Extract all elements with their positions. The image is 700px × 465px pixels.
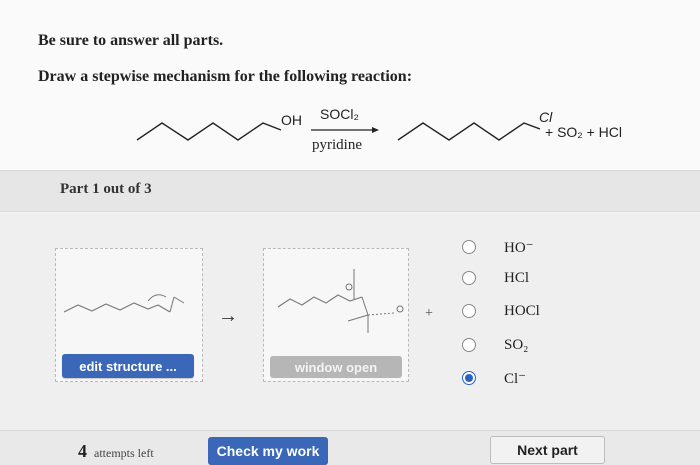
- choice-label: HOCl: [504, 302, 540, 319]
- part-header: Part 1 out of 3: [0, 170, 700, 212]
- next-part-button[interactable]: Next part: [490, 436, 605, 464]
- question-area: Be sure to answer all parts. Draw a step…: [0, 0, 700, 170]
- attempts-text: attempts left: [94, 446, 154, 460]
- radio-ho-minus[interactable]: [462, 240, 476, 254]
- reaction-scheme: OH SOCl₂ pyridine Cl + SO₂ + HCl: [0, 100, 700, 160]
- radio-cl-minus[interactable]: [462, 371, 476, 385]
- radio-hocl[interactable]: [462, 304, 476, 318]
- plus-sign: +: [425, 306, 433, 321]
- structure-drawing-right: [277, 269, 404, 333]
- edit-structure-button[interactable]: edit structure ...: [62, 354, 194, 378]
- structure-drawing-left: [63, 294, 185, 313]
- attempts-remaining: 4 attempts left: [78, 441, 154, 462]
- reactant-oh-label: OH: [281, 112, 302, 128]
- reagent-pyridine: pyridine: [312, 137, 362, 153]
- choice-hocl[interactable]: HOCl: [462, 300, 582, 322]
- reactant-skeleton: [136, 122, 282, 141]
- choice-cl-minus[interactable]: Cl⁻: [462, 367, 582, 389]
- product-skeleton: [397, 122, 541, 141]
- choice-label: HCl: [504, 269, 530, 286]
- reagent-socl2: SOCl₂: [320, 106, 359, 122]
- byproducts-label: + SO₂ + HCl: [545, 124, 623, 140]
- part-label: Part 1 out of 3: [60, 181, 152, 197]
- choice-so2[interactable]: SO₂: [462, 334, 582, 356]
- product-cl-label: Cl: [539, 109, 553, 125]
- instruction-line-2: Draw a stepwise mechanism for the follow…: [38, 68, 413, 85]
- attempts-count: 4: [78, 441, 87, 461]
- choice-ho-minus[interactable]: HO⁻: [462, 236, 582, 258]
- choice-hcl[interactable]: HCl: [462, 267, 582, 289]
- choice-label: HO⁻: [504, 239, 534, 256]
- radio-hcl[interactable]: [462, 271, 476, 285]
- reaction-arrow-head: [372, 127, 379, 133]
- choice-label: SO₂: [504, 336, 529, 353]
- radio-so2[interactable]: [462, 338, 476, 352]
- mechanism-arrow: →: [218, 305, 238, 327]
- window-open-button[interactable]: window open: [270, 356, 402, 378]
- instruction-line-1: Be sure to answer all parts.: [38, 32, 224, 49]
- check-my-work-button[interactable]: Check my work: [208, 437, 328, 465]
- choice-label: Cl⁻: [504, 370, 527, 387]
